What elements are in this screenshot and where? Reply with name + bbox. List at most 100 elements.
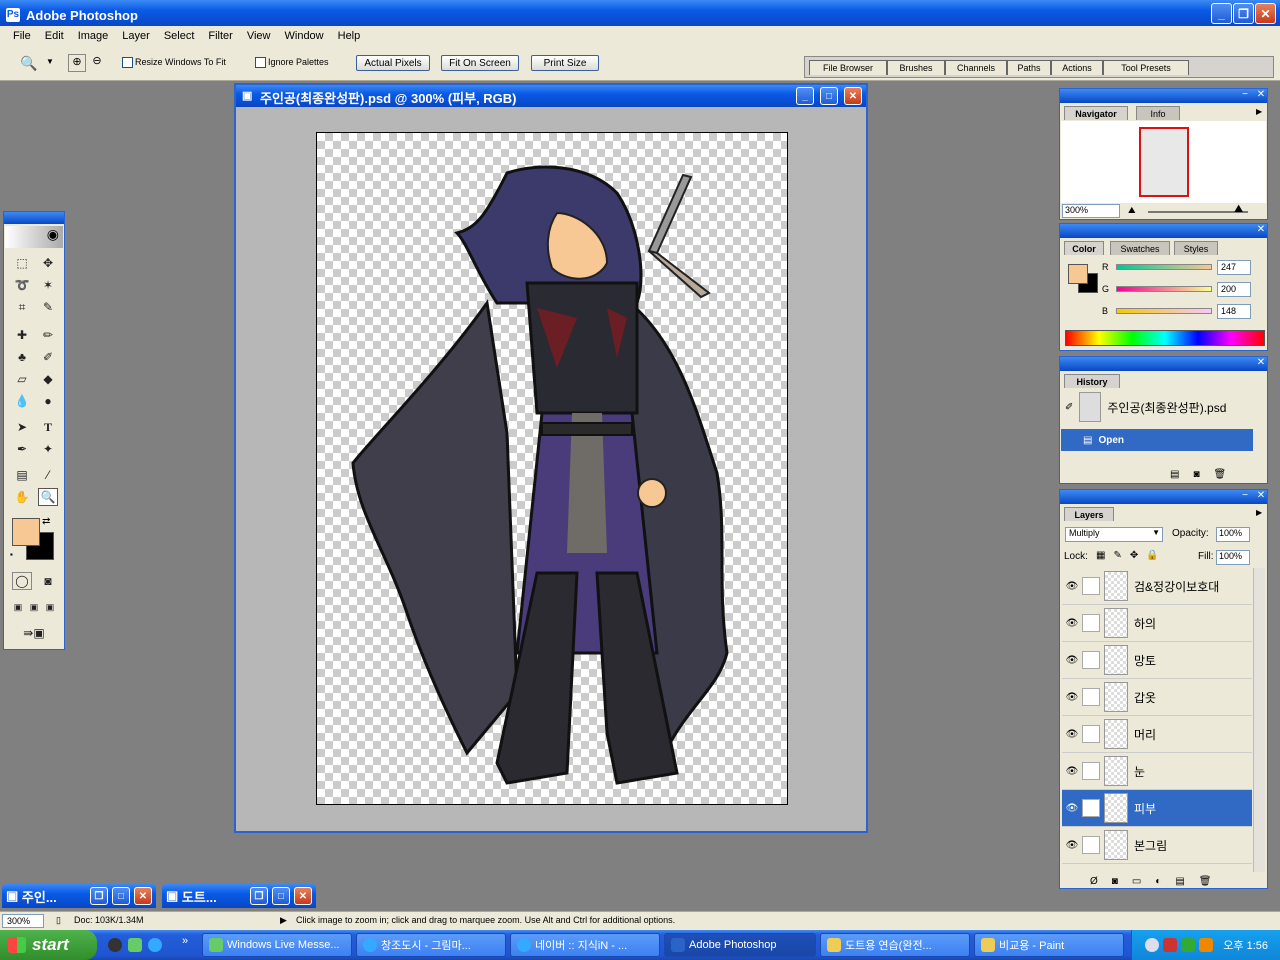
tab-tool-presets[interactable]: Tool Presets	[1103, 60, 1189, 75]
task-button-messenger[interactable]: Windows Live Messe...	[202, 933, 352, 957]
messenger-icon[interactable]	[128, 938, 142, 952]
tab-channels[interactable]: Channels	[945, 60, 1007, 75]
task-button-ie-2[interactable]: 네이버 :: 지식iN - ...	[510, 933, 660, 957]
link-box[interactable]	[1082, 688, 1100, 706]
layer-row[interactable]: 👁 하의	[1062, 605, 1252, 642]
crop-tool-icon[interactable]: ⌗	[12, 298, 32, 316]
visibility-eye-icon[interactable]: 👁	[1062, 618, 1082, 629]
blur-tool-icon[interactable]: 💧	[12, 392, 32, 410]
channel-g-slider[interactable]	[1116, 286, 1212, 292]
clone-stamp-icon[interactable]: ♣	[12, 348, 32, 366]
dodge-tool-icon[interactable]: ●	[38, 392, 58, 410]
document-titlebar[interactable]: ▣ 주인공(최종완성판).psd @ 300% (피부, RGB) _ □ ✕	[236, 85, 866, 107]
zoom-out-small-icon[interactable]: ⛰	[1128, 205, 1136, 216]
layer-row[interactable]: 👁 머리	[1062, 716, 1252, 753]
layer-row[interactable]: 👁 갑옷	[1062, 679, 1252, 716]
zoom-tool-active-icon[interactable]: 🔍	[38, 488, 58, 506]
internet-explorer-icon[interactable]	[148, 938, 162, 952]
image-canvas[interactable]	[316, 132, 788, 805]
tab-file-browser[interactable]: File Browser	[809, 60, 887, 75]
tool-preset-dropdown-icon[interactable]: ▼	[46, 57, 54, 66]
color-fg-swatch[interactable]	[1068, 264, 1088, 284]
lock-image-icon[interactable]: ✎	[1113, 550, 1121, 561]
doc-close-button[interactable]: ✕	[844, 87, 862, 105]
task-button-paint-1[interactable]: 도트용 연습(완전...	[820, 933, 970, 957]
tab-swatches[interactable]: Swatches	[1110, 241, 1170, 255]
brush-tool-icon[interactable]: ✏	[38, 326, 58, 344]
close-mini-button[interactable]: ✕	[294, 887, 312, 905]
default-colors-icon[interactable]: ▪	[10, 550, 13, 559]
opacity-field[interactable]: 100%	[1216, 527, 1250, 542]
magic-wand-icon[interactable]: ✶	[38, 276, 58, 294]
tab-styles[interactable]: Styles	[1174, 241, 1218, 255]
print-size-button[interactable]: Print Size	[531, 55, 599, 71]
palette-close-icon[interactable]: ✕	[1256, 90, 1266, 100]
swap-colors-icon[interactable]: ⇄	[42, 516, 50, 527]
lock-position-icon[interactable]: ✥	[1130, 550, 1138, 561]
zoom-in-large-icon[interactable]: ⛰	[1234, 203, 1243, 216]
lock-all-icon[interactable]: 🔒	[1146, 550, 1158, 561]
path-selection-icon[interactable]: ➤	[12, 418, 32, 436]
menu-layer[interactable]: Layer	[115, 30, 157, 42]
tab-info[interactable]: Info	[1136, 106, 1180, 120]
task-button-ie-1[interactable]: 창조도시 - 그림마...	[356, 933, 506, 957]
visibility-eye-icon[interactable]: 👁	[1062, 803, 1082, 814]
notes-tool-icon[interactable]: ▤	[12, 466, 32, 484]
close-button[interactable]: ✕	[1255, 3, 1276, 24]
menu-file[interactable]: File	[6, 30, 38, 42]
marquee-tool-icon[interactable]: ⬚	[12, 254, 32, 272]
security-shield-icon[interactable]	[1163, 938, 1178, 952]
zoom-tool-icon[interactable]: 🔍	[20, 55, 37, 72]
trash-icon[interactable]: 🗑	[1214, 469, 1227, 480]
delete-layer-icon[interactable]: 🗑	[1199, 876, 1212, 887]
tab-paths[interactable]: Paths	[1007, 60, 1051, 75]
navigator-view-box[interactable]	[1139, 127, 1189, 197]
layer-row[interactable]: 👁 검&정강이보호대	[1062, 568, 1252, 605]
history-snapshot[interactable]: ✐ 주인공(최종완성판).psd	[1061, 389, 1253, 425]
new-layer-icon[interactable]: ▤	[1175, 876, 1184, 887]
menu-select[interactable]: Select	[157, 30, 202, 42]
link-box[interactable]	[1082, 651, 1100, 669]
link-box[interactable]	[1082, 836, 1100, 854]
adjustment-layer-icon[interactable]: ◐	[1155, 876, 1161, 887]
new-document-icon[interactable]: ▤	[1170, 469, 1179, 480]
zoom-in-icon[interactable]: ⊕	[68, 54, 86, 72]
toolbox-header[interactable]	[4, 212, 64, 224]
status-doc-size[interactable]: Doc: 103K/1.34M	[74, 915, 144, 925]
history-brush-icon[interactable]: ✐	[38, 348, 58, 366]
foreground-color-fill[interactable]	[12, 518, 40, 546]
minimized-window-1[interactable]: ▣ 주인... ❐ □ ✕	[2, 884, 156, 908]
fit-on-screen-button[interactable]: Fit On Screen	[441, 55, 519, 71]
menu-filter[interactable]: Filter	[201, 30, 239, 42]
blend-mode-select[interactable]: Multiply ▼	[1065, 527, 1163, 542]
layer-row-selected[interactable]: 👁 피부	[1062, 790, 1252, 827]
maximize-mini-button[interactable]: □	[272, 887, 290, 905]
tab-navigator[interactable]: Navigator	[1064, 106, 1128, 120]
color-header[interactable]: ✕	[1060, 224, 1267, 238]
menu-edit[interactable]: Edit	[38, 30, 71, 42]
palette-close-icon[interactable]: ✕	[1256, 358, 1266, 368]
layer-row[interactable]: 👁 망토	[1062, 642, 1252, 679]
visibility-eye-icon[interactable]: 👁	[1062, 729, 1082, 740]
fill-field[interactable]: 100%	[1216, 550, 1250, 565]
standard-mode-icon[interactable]: ◯	[12, 572, 32, 590]
eraser-tool-icon[interactable]: ▱	[12, 370, 32, 388]
layers-header[interactable]: − ✕	[1060, 490, 1267, 504]
task-button-paint-2[interactable]: 비교용 - Paint	[974, 933, 1124, 957]
tab-color[interactable]: Color	[1064, 241, 1104, 255]
status-arrow-icon[interactable]: ▶	[280, 915, 287, 926]
palette-menu-arrow-icon[interactable]: ▶	[1256, 508, 1262, 517]
tab-history[interactable]: History	[1064, 374, 1120, 388]
channel-r-slider[interactable]	[1116, 264, 1212, 270]
link-box[interactable]	[1082, 577, 1100, 595]
menu-window[interactable]: Window	[278, 30, 331, 42]
jump-to-imageready-icon[interactable]: ⇛▣	[12, 624, 56, 642]
rss-icon[interactable]	[1199, 938, 1214, 952]
task-button-photoshop[interactable]: Adobe Photoshop	[664, 933, 816, 957]
link-box[interactable]	[1082, 725, 1100, 743]
navigator-zoom-field[interactable]: 300%	[1062, 204, 1120, 218]
color-spectrum-ramp[interactable]	[1065, 330, 1265, 346]
menu-image[interactable]: Image	[71, 30, 116, 42]
visibility-eye-icon[interactable]: 👁	[1062, 655, 1082, 666]
status-zoom-field[interactable]: 300%	[2, 914, 44, 928]
